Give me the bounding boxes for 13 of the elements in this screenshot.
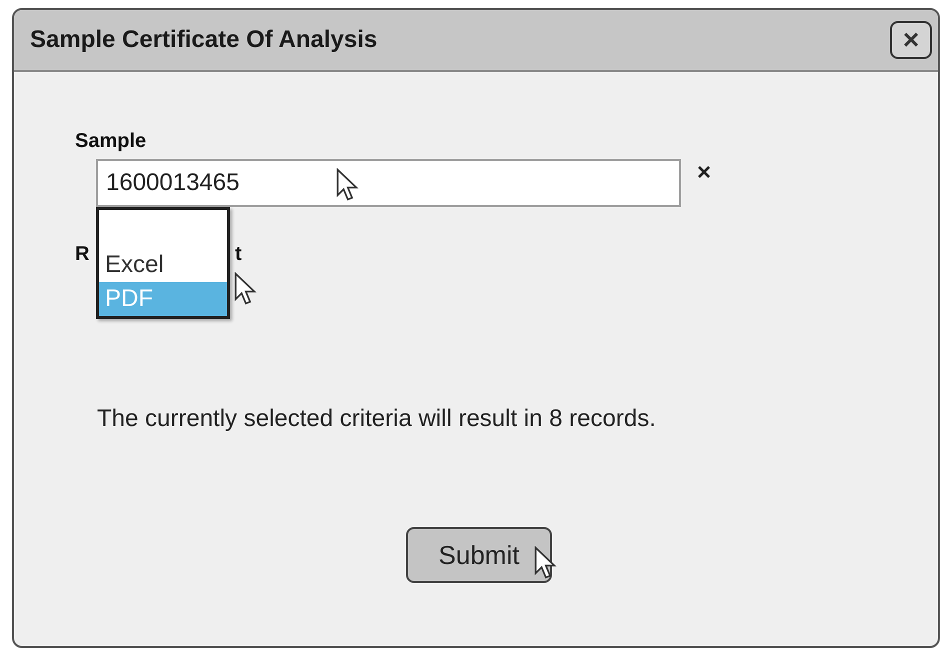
cursor-icon [232, 272, 258, 306]
window-title: Sample Certificate Of Analysis [30, 26, 378, 54]
close-button[interactable]: × [890, 21, 932, 59]
submit-button[interactable]: Submit [406, 527, 552, 583]
field-label: Sample [75, 130, 148, 153]
clear-button[interactable]: × [697, 161, 712, 185]
dropdown-option[interactable]: Excel [99, 248, 227, 282]
field-label: R [75, 243, 90, 266]
result-message: The currently selected criteria will result in 8 records. [97, 405, 657, 433]
cursor-icon [334, 168, 360, 202]
sample-field[interactable]: 1600013465 [96, 159, 681, 207]
field-label: t [235, 243, 242, 266]
cursor-icon [532, 546, 558, 580]
